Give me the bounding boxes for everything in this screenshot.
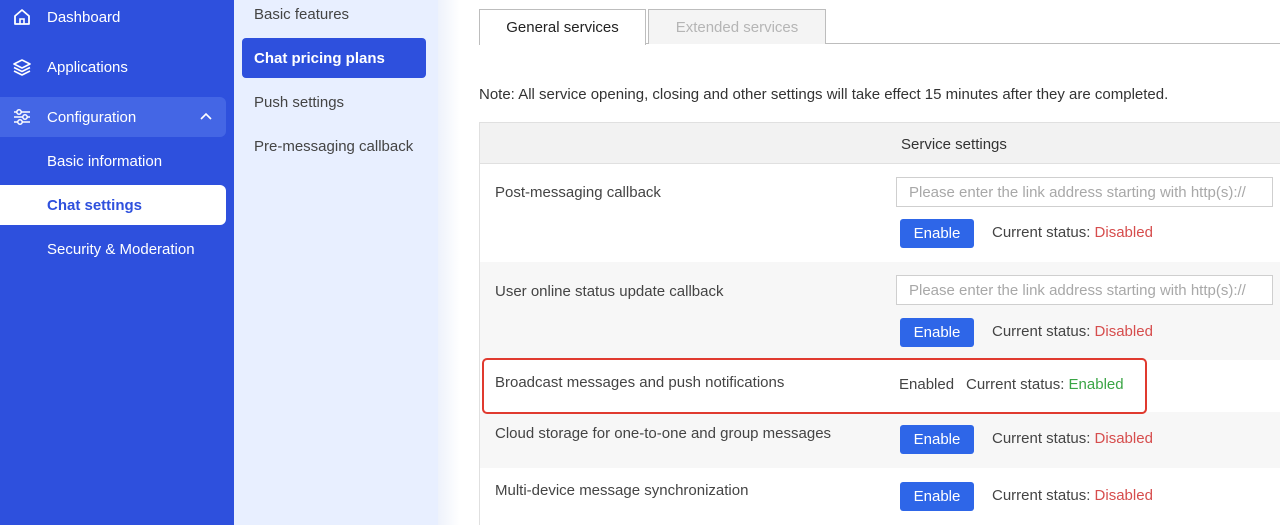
nav-subitem-basic-information[interactable]: Basic information	[0, 141, 226, 181]
nav-label-configuration: Configuration	[47, 108, 137, 126]
sliders-icon	[12, 107, 32, 127]
subnav-chat-pricing-plans[interactable]: Chat pricing plans	[242, 38, 426, 78]
settings-note: Note: All service opening, closing and o…	[479, 86, 1169, 103]
callback-url-input[interactable]	[896, 275, 1273, 305]
table-row: Cloud storage for one-to-one and group m…	[480, 412, 1280, 468]
service-name: User online status update callback	[495, 283, 724, 300]
tab-general-services[interactable]: General services	[479, 9, 646, 45]
status-value: Disabled	[1094, 224, 1153, 241]
status-text: Current status: Disabled	[992, 487, 1153, 504]
status-label: Current status:	[992, 430, 1091, 447]
highlight-annotation-box	[482, 358, 1147, 414]
column-divider	[438, 0, 460, 525]
main-sidebar: Dashboard Applications Configuration Bas…	[0, 0, 234, 525]
status-text: Current status: Disabled	[992, 323, 1153, 340]
enable-button[interactable]: Enable	[900, 318, 974, 347]
status-text: Current status: Disabled	[992, 224, 1153, 241]
table-row: Post-messaging callback Enable Current s…	[480, 164, 1280, 262]
service-name: Multi-device message synchronization	[495, 482, 749, 499]
enable-button[interactable]: Enable	[900, 425, 974, 454]
status-value: Disabled	[1094, 487, 1153, 504]
nav-item-configuration[interactable]: Configuration	[0, 97, 226, 137]
service-name: Cloud storage for one-to-one and group m…	[495, 425, 832, 442]
layers-icon	[12, 57, 32, 77]
tab-extended-services[interactable]: Extended services	[648, 9, 826, 44]
enable-button[interactable]: Enable	[900, 219, 974, 248]
table-header-label: Service settings	[901, 136, 1007, 153]
chevron-up-icon[interactable]	[198, 109, 214, 125]
table-row: Multi-device message synchronization Ena…	[480, 468, 1280, 525]
status-label: Current status:	[992, 323, 1091, 340]
subnav-basic-features[interactable]: Basic features	[242, 0, 426, 34]
table-header: Service settings	[479, 122, 1280, 164]
service-name: Post-messaging callback	[495, 184, 661, 201]
status-label: Current status:	[992, 487, 1091, 504]
enable-button[interactable]: Enable	[900, 482, 974, 511]
nav-subitem-chat-settings[interactable]: Chat settings	[0, 185, 226, 225]
status-value: Disabled	[1094, 430, 1153, 447]
nav-label-dashboard: Dashboard	[47, 8, 121, 26]
nav-label-applications: Applications	[47, 58, 128, 76]
nav-item-dashboard[interactable]: Dashboard	[0, 0, 226, 37]
status-value: Disabled	[1094, 323, 1153, 340]
nav-subitem-security-moderation[interactable]: Security & Moderation	[0, 229, 226, 269]
subnav-push-settings[interactable]: Push settings	[242, 82, 426, 122]
status-text: Current status: Disabled	[992, 430, 1153, 447]
table-row: User online status update callback Enabl…	[480, 262, 1280, 360]
subnav-pre-messaging-callback[interactable]: Pre-messaging callback	[242, 126, 426, 166]
callback-url-input[interactable]	[896, 177, 1273, 207]
status-label: Current status:	[992, 224, 1091, 241]
chat-settings-subnav: Basic features Chat pricing plans Push s…	[234, 0, 438, 525]
home-icon	[12, 7, 32, 27]
nav-item-applications[interactable]: Applications	[0, 47, 226, 87]
